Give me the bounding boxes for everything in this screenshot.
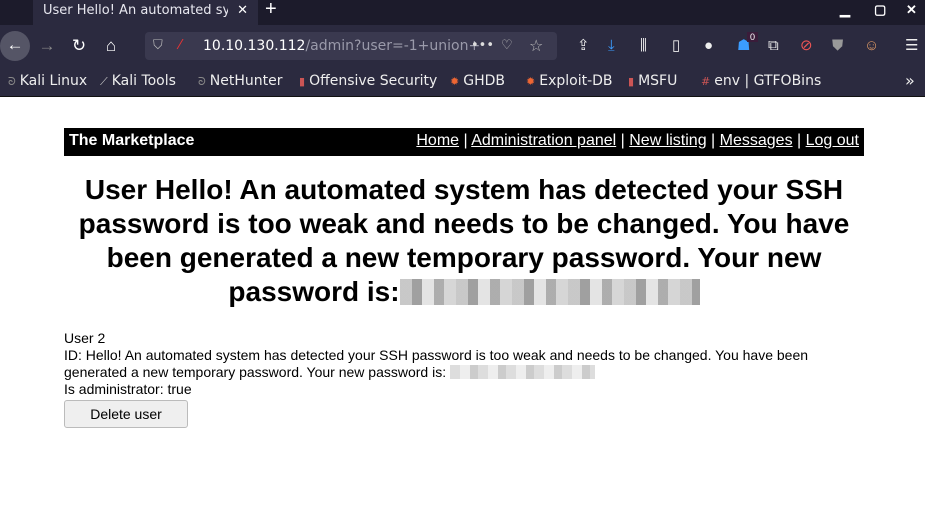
sync-icon[interactable]: ⇪ xyxy=(577,32,590,60)
maximize-icon[interactable]: ▢ xyxy=(874,2,886,18)
nav-new-listing[interactable]: New listing xyxy=(629,132,706,149)
user-label: User 2 xyxy=(64,330,106,346)
bookmark-msfu[interactable]: ▮ MSFU xyxy=(628,73,677,89)
bookmarks-bar: ᘐ Kali Linux ⟋ Kali Tools ᘐ NetHunter ▮ Offe… xyxy=(0,67,925,97)
new-tab-button[interactable]: + xyxy=(265,0,277,21)
bookmark-kali-tools[interactable]: ⟋ Kali Tools xyxy=(100,73,176,89)
bookmark-kali-linux[interactable]: ᘐ Kali Linux xyxy=(8,73,87,89)
more-icon[interactable]: ••• xyxy=(471,32,494,60)
navigation-toolbar: ← → ↻ ⌂ ⛉ ⁄ 10.10.130.112/admin?user=-1+… xyxy=(0,25,925,67)
pocket-icon[interactable]: ♡ xyxy=(501,32,513,60)
user-id: ID: Hello! An automated system has detec… xyxy=(64,347,809,380)
more-bookmarks-icon[interactable]: » xyxy=(905,71,915,90)
nav-messages[interactable]: Messages xyxy=(720,132,793,149)
tab-title: User Hello! An automated sy xyxy=(43,3,228,18)
shield-extension-icon[interactable]: ⛊ xyxy=(832,32,843,60)
offsec-icon: ▮ xyxy=(299,75,306,88)
nav-home[interactable]: Home xyxy=(416,132,459,149)
kali-icon: ᘐ xyxy=(198,75,206,88)
gtfobins-icon: # xyxy=(701,75,711,88)
active-tab[interactable]: User Hello! An automated sy ✕ xyxy=(33,0,258,25)
blocker-icon[interactable]: ⊘ xyxy=(800,32,813,60)
shield-icon[interactable]: ⛉ xyxy=(153,32,163,60)
back-button[interactable]: ← xyxy=(0,31,30,61)
page-heading: User Hello! An automated system has dete… xyxy=(78,174,850,307)
reload-button[interactable]: ↻ xyxy=(65,32,93,60)
tools-icon: ⟋ xyxy=(100,75,108,88)
redacted-password xyxy=(399,279,700,305)
star-icon[interactable]: ☆ xyxy=(529,32,543,60)
bookmark-gtfobins[interactable]: # env | GTFOBins xyxy=(701,73,821,89)
redacted-password xyxy=(450,365,595,379)
account-icon[interactable]: ● xyxy=(704,32,713,60)
library-icon[interactable]: ⫼ xyxy=(640,32,647,60)
exploitdb-icon: ✹ xyxy=(450,75,460,88)
minimize-icon[interactable]: ▁ xyxy=(840,2,850,18)
sidebar-icon[interactable]: ▯ xyxy=(672,32,680,60)
close-window-icon[interactable]: ✕ xyxy=(906,2,917,18)
site-brand: The Marketplace xyxy=(69,132,195,149)
download-icon[interactable]: ⤓ xyxy=(608,32,615,60)
bookmark-nethunter[interactable]: ᘐ NetHunter xyxy=(198,73,282,89)
close-tab-icon[interactable]: ✕ xyxy=(237,0,248,22)
user-info: User 2 ID: Hello! An automated system ha… xyxy=(64,330,844,398)
kali-icon: ᘐ xyxy=(8,75,16,88)
extension-badge: 0 xyxy=(747,32,759,42)
delete-user-button[interactable]: Delete user xyxy=(64,400,188,428)
bookmark-exploit-db[interactable]: ✹ Exploit-DB xyxy=(526,73,613,89)
exploitdb-icon: ✹ xyxy=(526,75,536,88)
avatar-extension-icon[interactable]: ☺ xyxy=(864,32,879,60)
admin-status: Is administrator: true xyxy=(64,381,192,397)
nav-logout[interactable]: Log out xyxy=(806,132,859,149)
url-bar[interactable]: ⛉ ⁄ 10.10.130.112/admin?user=-1+union+ •… xyxy=(145,32,557,60)
menu-icon[interactable]: ☰ xyxy=(905,32,918,60)
offsec-icon: ▮ xyxy=(628,75,635,88)
bookmark-ghdb[interactable]: ✹ GHDB xyxy=(450,73,505,89)
tab-bar: User Hello! An automated sy ✕ + ▁ ▢ ✕ xyxy=(0,0,925,25)
insecure-lock-icon[interactable]: ⁄ xyxy=(179,32,181,60)
bookmark-offensive-security[interactable]: ▮ Offensive Security xyxy=(299,73,437,89)
url-path: /admin?user=-1+union+ xyxy=(305,38,481,54)
url-host: 10.10.130.112 xyxy=(203,38,306,54)
nav-admin-panel[interactable]: Administration panel xyxy=(471,132,616,149)
forward-button[interactable]: → xyxy=(33,32,61,60)
screenshot-icon[interactable]: ⧉ xyxy=(768,32,779,60)
home-button[interactable]: ⌂ xyxy=(97,32,125,60)
site-header: The Marketplace Home | Administration pa… xyxy=(64,128,864,156)
